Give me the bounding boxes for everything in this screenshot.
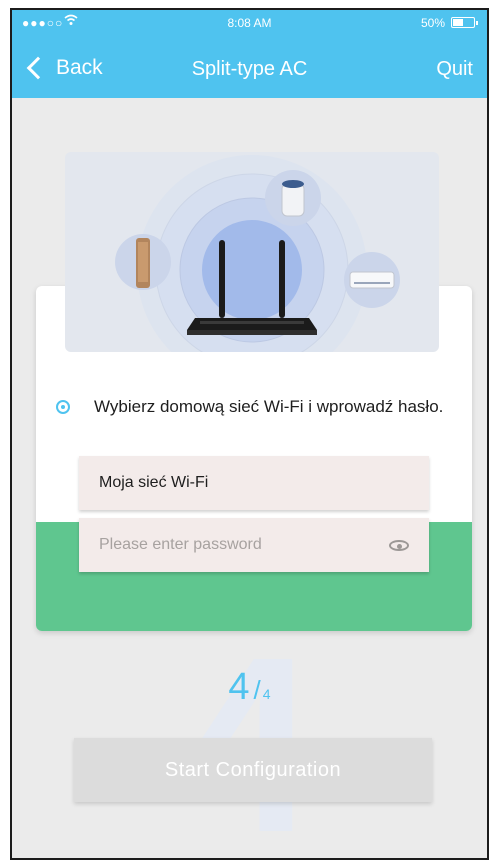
speaker-icon [115, 234, 171, 290]
ac-unit-icon [344, 252, 400, 308]
signal-ring-core [202, 220, 302, 320]
battery-icon [451, 17, 478, 28]
radio-selected-icon[interactable] [56, 400, 70, 414]
start-configuration-button[interactable]: Start Configuration [74, 738, 432, 802]
top-bar: ●●●○○ 8:08 AM 50% Back Split-type AC Qui… [12, 10, 487, 98]
eye-icon[interactable] [389, 540, 409, 551]
step-separator: / [253, 675, 261, 705]
cylinder-device-icon [265, 170, 321, 226]
password-input[interactable]: Please enter password [79, 518, 429, 572]
device-illustration [65, 152, 439, 352]
navigation-bar: Back Split-type AC Quit [12, 46, 487, 90]
status-time: 8:08 AM [227, 16, 272, 30]
battery-fill [453, 19, 463, 26]
page-title: Split-type AC [191, 58, 308, 80]
phone-screen: ●●●○○ 8:08 AM 50% Back Split-type AC Qui… [10, 8, 489, 860]
wifi-network-value: Moja sieć Wi-Fi [99, 474, 209, 491]
step-total: 4 [262, 686, 271, 702]
battery-percent: 50% [420, 16, 445, 30]
wifi-network-field[interactable]: Moja sieć Wi-Fi [79, 456, 429, 510]
password-placeholder: Please enter password [99, 536, 262, 553]
quit-button[interactable]: Quit [436, 58, 473, 81]
step-indicator: 4/4 [12, 666, 487, 709]
instruction-text: Wybierz domową sieć Wi-Fi i wprowadź has… [94, 397, 444, 416]
status-bar: ●●●○○ 8:08 AM 50% [12, 10, 487, 36]
step-current: 4 [228, 666, 250, 708]
